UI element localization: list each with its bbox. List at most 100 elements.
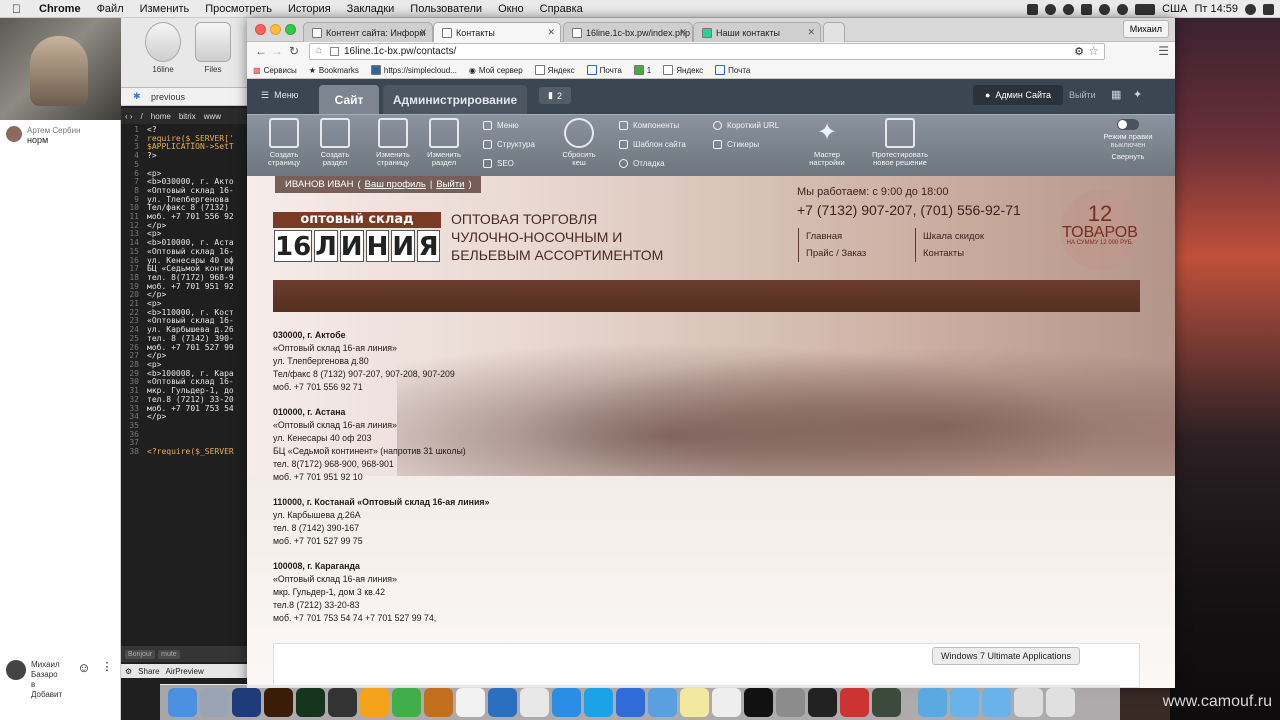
dock-downloads-icon[interactable] bbox=[918, 688, 947, 717]
dock-messages-icon[interactable] bbox=[616, 688, 645, 717]
structure-link[interactable]: Структура bbox=[483, 140, 535, 149]
tab-our-contacts[interactable]: Наши контакты ✕ bbox=[693, 22, 821, 42]
dock-chrome-icon[interactable] bbox=[520, 688, 549, 717]
panel-settings-icon[interactable]: ▦ bbox=[1111, 88, 1121, 101]
clear-cache-button[interactable]: Сбросить кеш bbox=[557, 118, 601, 167]
edit-page-button[interactable]: Изменить страницу bbox=[371, 118, 415, 167]
input-locale[interactable]: США bbox=[1162, 3, 1187, 15]
dock-leaf-icon[interactable] bbox=[392, 688, 421, 717]
dock-smile-icon[interactable] bbox=[456, 688, 485, 717]
collapse-panel-link[interactable]: Свернуть bbox=[1099, 153, 1157, 161]
forward-icon[interactable]: → bbox=[271, 44, 283, 58]
cart-widget[interactable]: 12 ТОВАРОВ НА СУММУ 12 000 РУБ. bbox=[1060, 190, 1140, 270]
tab-administration[interactable]: Администрирование bbox=[383, 85, 527, 114]
pin-icon[interactable]: ✦ bbox=[1133, 88, 1142, 101]
toggle-switch[interactable] bbox=[1117, 119, 1139, 130]
test-solution-button[interactable]: Протестировать новое решение bbox=[867, 118, 933, 167]
path-segment[interactable]: www bbox=[204, 112, 221, 121]
components-link[interactable]: Компоненты bbox=[619, 121, 679, 130]
dock-notes-icon[interactable] bbox=[680, 688, 709, 717]
bookmark-my-server[interactable]: ◉ Мой сервер bbox=[469, 66, 523, 75]
gear-icon[interactable]: ⚙ bbox=[125, 667, 132, 676]
menu-item-file[interactable]: Файл bbox=[89, 3, 132, 15]
spotlight-search-icon[interactable] bbox=[1245, 3, 1256, 15]
notification-center-icon[interactable] bbox=[1263, 3, 1274, 15]
close-tab-icon[interactable]: ✕ bbox=[807, 27, 815, 38]
edit-mode-toggle[interactable]: Режим правки выключен Свернуть bbox=[1099, 119, 1157, 161]
monitor-status-icon[interactable] bbox=[1081, 3, 1093, 15]
nav-link-contacts[interactable]: Контакты bbox=[923, 245, 984, 262]
app-menu[interactable]: Chrome bbox=[31, 3, 89, 15]
emoji-icon[interactable]: ☺ bbox=[77, 660, 90, 675]
bluetooth-icon[interactable] bbox=[1099, 3, 1111, 15]
dock-skype-icon[interactable] bbox=[584, 688, 613, 717]
chat-contact[interactable]: Михаил Базаро в Добавит ☺ ⋮ bbox=[0, 660, 121, 700]
dock-finder-icon[interactable] bbox=[168, 688, 197, 717]
profile-link[interactable]: Ваш профиль bbox=[365, 179, 426, 190]
edit-section-button[interactable]: Изменить раздел bbox=[422, 118, 466, 167]
close-tab-icon[interactable]: ✕ bbox=[419, 27, 427, 38]
seo-link[interactable]: SEO bbox=[483, 159, 514, 168]
debug-link[interactable]: Отладка bbox=[619, 159, 665, 168]
home-icon[interactable]: ⌂ bbox=[316, 45, 322, 56]
menu-item-help[interactable]: Справка bbox=[532, 3, 591, 15]
dock-final-cut-icon[interactable] bbox=[328, 688, 357, 717]
battery-icon[interactable] bbox=[1135, 3, 1156, 15]
dock-iphoto-icon[interactable] bbox=[648, 688, 677, 717]
dock-illustrator-icon[interactable] bbox=[264, 688, 293, 717]
admin-user-button[interactable]: ● Админ Сайта bbox=[973, 85, 1063, 105]
dock-launchpad-icon[interactable] bbox=[200, 688, 229, 717]
share-button[interactable]: Share bbox=[138, 667, 159, 676]
nav-link-home[interactable]: Главная bbox=[806, 228, 866, 245]
dock-system-preferences-icon[interactable] bbox=[776, 688, 805, 717]
bookmark-services[interactable]: ▩ Сервисы bbox=[253, 66, 297, 75]
menubar-clock[interactable]: Пт 14:59 bbox=[1194, 3, 1238, 15]
setup-wizard-button[interactable]: ✦ Мастер настройки bbox=[803, 118, 851, 167]
dock-terminal-icon[interactable] bbox=[744, 688, 773, 717]
bitrix-menu-button[interactable]: ☰ Меню bbox=[261, 90, 298, 101]
dock-folder-icon[interactable] bbox=[950, 688, 979, 717]
dock-folder-icon[interactable] bbox=[982, 688, 1011, 717]
nav-link-price[interactable]: Прайс / Заказ bbox=[806, 245, 866, 262]
stickers-link[interactable]: Стикеры bbox=[713, 140, 759, 149]
profile-button[interactable]: Михаил bbox=[1122, 20, 1169, 38]
menu-item-users[interactable]: Пользователи bbox=[402, 3, 490, 15]
create-section-button[interactable]: Создать раздел bbox=[313, 118, 357, 167]
bookmark-folder[interactable]: ★ Bookmarks bbox=[309, 66, 359, 75]
notifications-button[interactable]: ▮ 2 bbox=[539, 87, 571, 104]
site-template-link[interactable]: Шаблон сайта bbox=[619, 140, 686, 149]
bookmark-one[interactable]: 1 bbox=[633, 65, 651, 75]
dock-sketch-icon[interactable] bbox=[360, 688, 389, 717]
nav-arrows-icon[interactable]: ‹ › bbox=[125, 112, 133, 121]
menu-item-view[interactable]: Просмотреть bbox=[197, 3, 280, 15]
short-url-link[interactable]: Короткий URL bbox=[713, 121, 779, 130]
dock-parallels-icon[interactable] bbox=[840, 688, 869, 717]
bookmark-star-icon[interactable]: ☆ bbox=[1088, 44, 1099, 58]
bookmark-mail-2[interactable]: Почта bbox=[715, 65, 750, 75]
create-page-button[interactable]: Создать страницу bbox=[262, 118, 306, 167]
menu-item-bookmarks[interactable]: Закладки bbox=[339, 3, 403, 15]
menu-link[interactable]: Меню bbox=[483, 121, 519, 130]
apple-menu-icon[interactable]:  bbox=[0, 2, 31, 16]
volume-icon[interactable] bbox=[1117, 3, 1129, 15]
tab-site[interactable]: Сайт bbox=[319, 85, 379, 114]
back-icon[interactable]: ← bbox=[255, 44, 267, 58]
status-app-icon[interactable] bbox=[1027, 3, 1039, 15]
tab-content[interactable]: Контент сайта: Информ ✕ bbox=[303, 22, 433, 42]
bitrix-logout-link[interactable]: Выйти bbox=[1069, 90, 1096, 100]
dock-dreamweaver-icon[interactable] bbox=[296, 688, 325, 717]
extension-icon[interactable]: ⚙ bbox=[1074, 45, 1084, 58]
bookmark-mail[interactable]: Почта bbox=[586, 65, 622, 75]
url-input[interactable]: ⌂ 16line.1c-bx.pw/contacts/ ⚙ ☆ bbox=[309, 43, 1105, 60]
dock-sublime-icon[interactable] bbox=[424, 688, 453, 717]
page-info-icon[interactable] bbox=[330, 47, 339, 56]
skype-status-icon[interactable] bbox=[1045, 3, 1057, 15]
menu-item-edit[interactable]: Изменить bbox=[132, 3, 198, 15]
path-segment[interactable]: home bbox=[151, 112, 171, 121]
airpreview-button[interactable]: AirPreview bbox=[166, 667, 204, 676]
bookmark-simplecloud[interactable]: https://simplecloud... bbox=[370, 65, 457, 75]
bookmark-yandex[interactable]: Яндекс bbox=[534, 65, 575, 75]
more-icon[interactable]: ⋮ bbox=[101, 660, 112, 673]
menu-item-window[interactable]: Окно bbox=[490, 3, 532, 15]
dock-trash-icon[interactable] bbox=[1046, 688, 1075, 717]
